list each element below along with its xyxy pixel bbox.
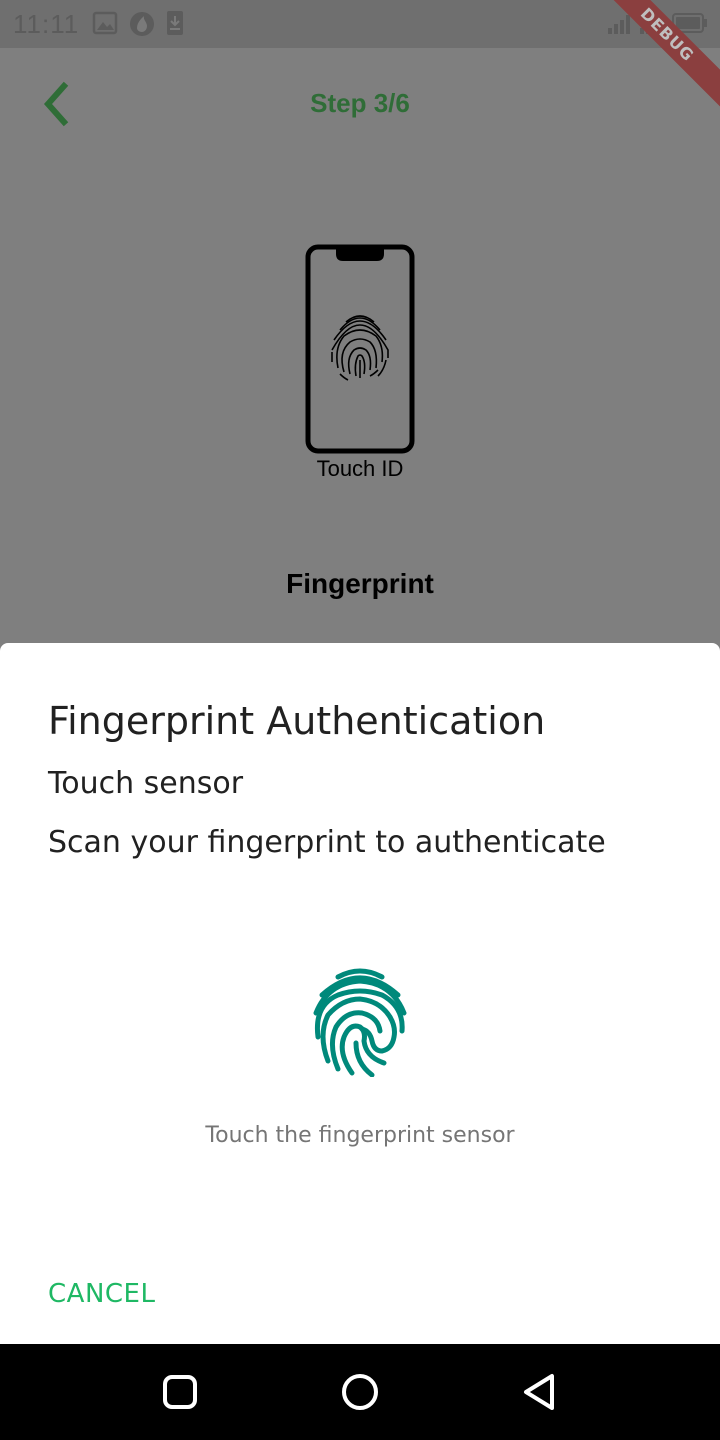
status-time: 11:11 bbox=[13, 9, 80, 39]
dialog-subtitle: Touch sensor bbox=[48, 766, 244, 801]
step-indicator: Step 3/6 bbox=[310, 88, 410, 118]
image-icon bbox=[92, 10, 118, 38]
fingerprint-dialog: Fingerprint Authentication Touch sensor … bbox=[0, 643, 720, 1344]
cancel-button[interactable]: CANCEL bbox=[48, 1279, 155, 1309]
home-button[interactable] bbox=[340, 1372, 380, 1412]
phone-fingerprint-icon bbox=[300, 240, 420, 490]
home-icon bbox=[342, 1374, 378, 1410]
status-bar: 11:11 bbox=[0, 0, 720, 48]
download-icon bbox=[166, 10, 184, 38]
cloud-app-icon bbox=[128, 10, 156, 38]
recents-button[interactable] bbox=[160, 1372, 200, 1412]
back-icon bbox=[524, 1374, 554, 1410]
illustration-caption: Touch ID bbox=[316, 456, 404, 481]
dialog-description: Scan your fingerprint to authenticate bbox=[48, 825, 606, 860]
status-notification-icons bbox=[92, 10, 184, 38]
fingerprint-icon bbox=[308, 965, 412, 1078]
nav-back-button[interactable] bbox=[520, 1372, 560, 1412]
auth-method-label: Fingerprint bbox=[286, 568, 434, 599]
navigation-bar bbox=[0, 1344, 720, 1440]
dialog-title: Fingerprint Authentication bbox=[48, 699, 546, 743]
recents-icon bbox=[163, 1375, 197, 1409]
dialog-hint: Touch the fingerprint sensor bbox=[205, 1123, 515, 1148]
